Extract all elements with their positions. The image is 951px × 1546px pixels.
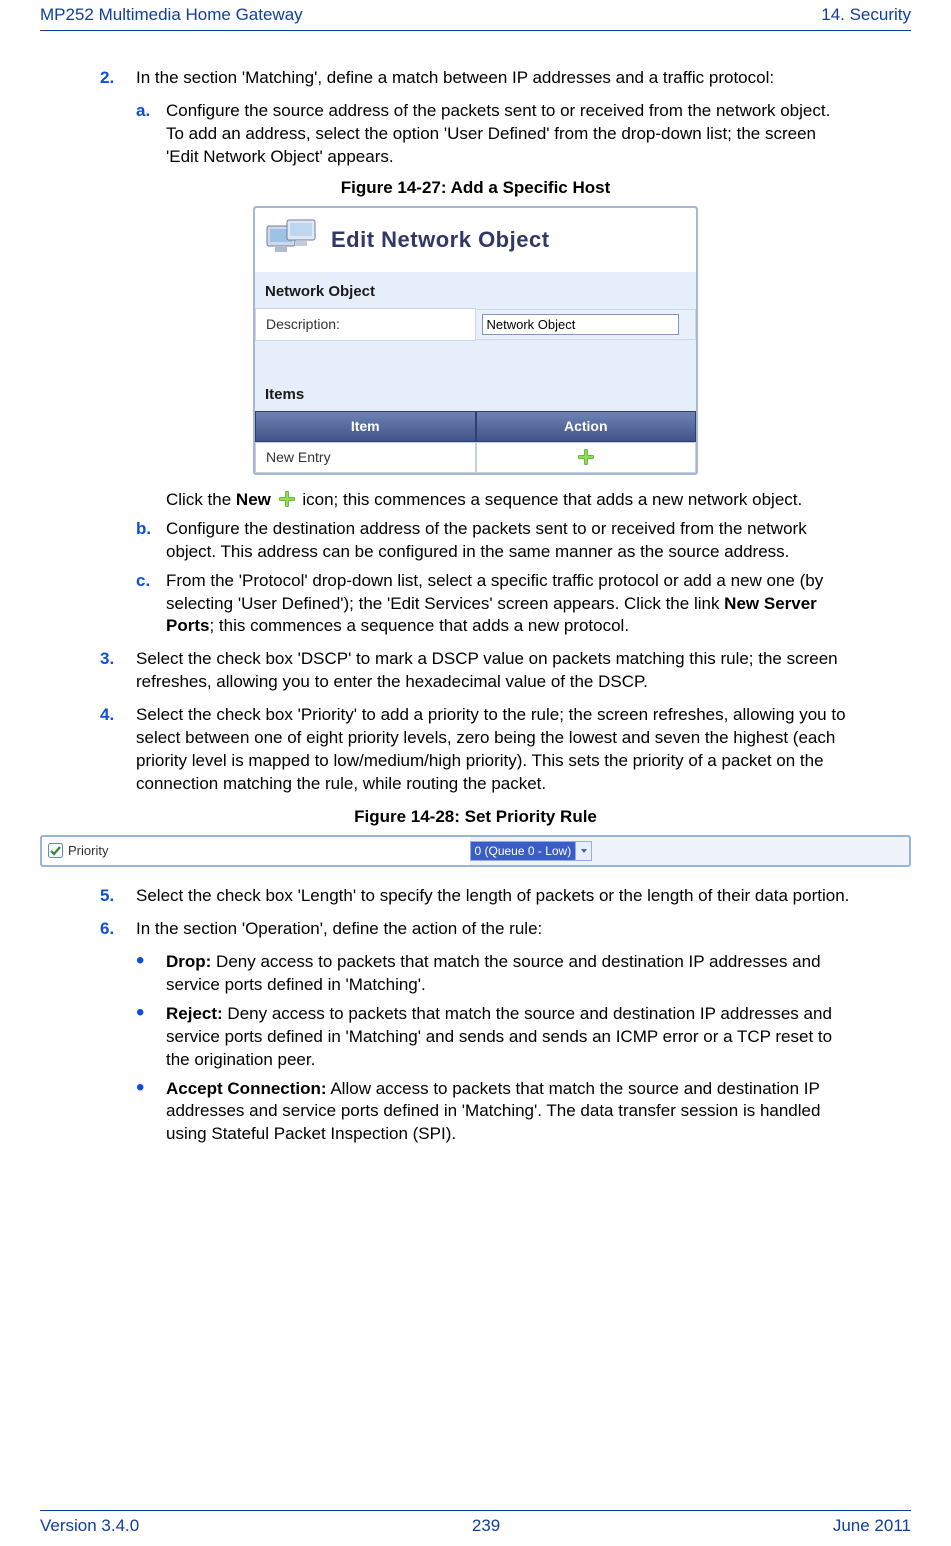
priority-select-value: 0 (Queue 0 - Low) [471,842,576,860]
step-2a-text: Configure the source address of the pack… [166,100,851,169]
step-2b-text: Configure the destination address of the… [166,518,851,564]
add-icon[interactable] [577,448,595,466]
description-cell [476,309,697,340]
bullet-icon: • [136,951,166,997]
step-2: 2. In the section 'Matching', define a m… [100,67,851,90]
section-items: Items [255,375,696,411]
step-2c: c. From the 'Protocol' drop-down list, s… [136,570,851,639]
header-right: 14. Security [821,4,911,27]
step-2c-letter: c. [136,570,166,639]
items-table-header: Item Action [255,411,696,442]
page-footer: Version 3.4.0 239 June 2011 [40,1510,911,1538]
footer-rule [40,1510,911,1511]
step-2a-letter: a. [136,100,166,169]
step-2b-letter: b. [136,518,166,564]
step-3-number: 3. [100,648,136,694]
description-input[interactable] [482,314,679,335]
bullet-icon: • [136,1003,166,1072]
reject-text: Deny access to packets that match the so… [166,1004,832,1069]
step-2-number: 2. [100,67,136,90]
edit-network-object-panel: Edit Network Object Network Object Descr… [253,206,698,475]
priority-select[interactable]: 0 (Queue 0 - Low) [470,841,593,861]
drop-text: Deny access to packets that match the so… [166,952,821,994]
priority-right: 0 (Queue 0 - Low) [470,841,904,861]
page-header: MP252 Multimedia Home Gateway 14. Securi… [40,0,911,27]
footer-right: June 2011 [833,1515,911,1538]
bullet-drop-body: Drop: Deny access to packets that match … [166,951,851,997]
col-action: Action [476,411,697,442]
priority-left: Priority [42,837,470,865]
step-2-text: In the section 'Matching', define a matc… [136,67,851,90]
col-item: Item [255,411,476,442]
description-row: Description: [255,308,696,341]
bullet-icon: • [136,1078,166,1147]
step-2b: b. Configure the destination address of … [136,518,851,564]
priority-label: Priority [68,842,108,860]
description-label: Description: [255,308,476,341]
step-6-text: In the section 'Operation', define the a… [136,918,851,941]
bullet-accept: • Accept Connection: Allow access to pac… [136,1078,851,1147]
monitor-icon [263,216,321,264]
step-3-text: Select the check box 'DSCP' to mark a DS… [136,648,851,694]
bullet-drop: • Drop: Deny access to packets that matc… [136,951,851,997]
footer-center: 239 [472,1515,500,1538]
step-4-text: Select the check box 'Priority' to add a… [136,704,851,796]
cont-pre: Click the [166,490,236,509]
step-5-text: Select the check box 'Length' to specify… [136,885,851,908]
reject-bold: Reject: [166,1004,223,1023]
header-rule [40,30,911,31]
main-content-lower: 5. Select the check box 'Length' to spec… [40,885,911,1146]
items-table-row-new[interactable]: New Entry [255,442,696,473]
bullet-reject-body: Reject: Deny access to packets that matc… [166,1003,851,1072]
figure-14-27-body: Edit Network Object Network Object Descr… [100,206,851,475]
step-3: 3. Select the check box 'DSCP' to mark a… [100,648,851,694]
drop-bold: Drop: [166,952,211,971]
chevron-down-icon [575,842,591,860]
cont-post: icon; this commences a sequence that add… [298,490,803,509]
new-entry-action-cell [476,442,697,473]
step-6: 6. In the section 'Operation', define th… [100,918,851,941]
step-2a-continuation: Click the New icon; this commences a seq… [166,489,851,512]
bullet-reject: • Reject: Deny access to packets that ma… [136,1003,851,1072]
step-5-number: 5. [100,885,136,908]
priority-rule-panel: Priority 0 (Queue 0 - Low) [40,835,911,867]
step-2c-post: ; this commences a sequence that adds a … [209,616,629,635]
figure-14-28-caption: Figure 14-28: Set Priority Rule [100,806,851,829]
step-2a: a. Configure the source address of the p… [136,100,851,169]
checkbox-checked-icon[interactable] [48,843,63,858]
new-entry-label: New Entry [255,442,476,473]
accept-bold: Accept Connection: [166,1079,327,1098]
step-6-number: 6. [100,918,136,941]
panel-title-row: Edit Network Object [255,208,696,272]
main-content: 2. In the section 'Matching', define a m… [40,67,911,829]
figure-14-27-caption: Figure 14-27: Add a Specific Host [100,177,851,200]
section-network-object: Network Object [255,272,696,308]
bullet-accept-body: Accept Connection: Allow access to packe… [166,1078,851,1147]
add-icon-inline [278,490,296,508]
header-left: MP252 Multimedia Home Gateway [40,4,303,27]
cont-new-bold: New [236,490,271,509]
step-2c-body: From the 'Protocol' drop-down list, sele… [166,570,851,639]
step-4: 4. Select the check box 'Priority' to ad… [100,704,851,796]
footer-left: Version 3.4.0 [40,1515,139,1538]
step-4-number: 4. [100,704,136,796]
step-5: 5. Select the check box 'Length' to spec… [100,885,851,908]
panel-title: Edit Network Object [331,225,550,255]
